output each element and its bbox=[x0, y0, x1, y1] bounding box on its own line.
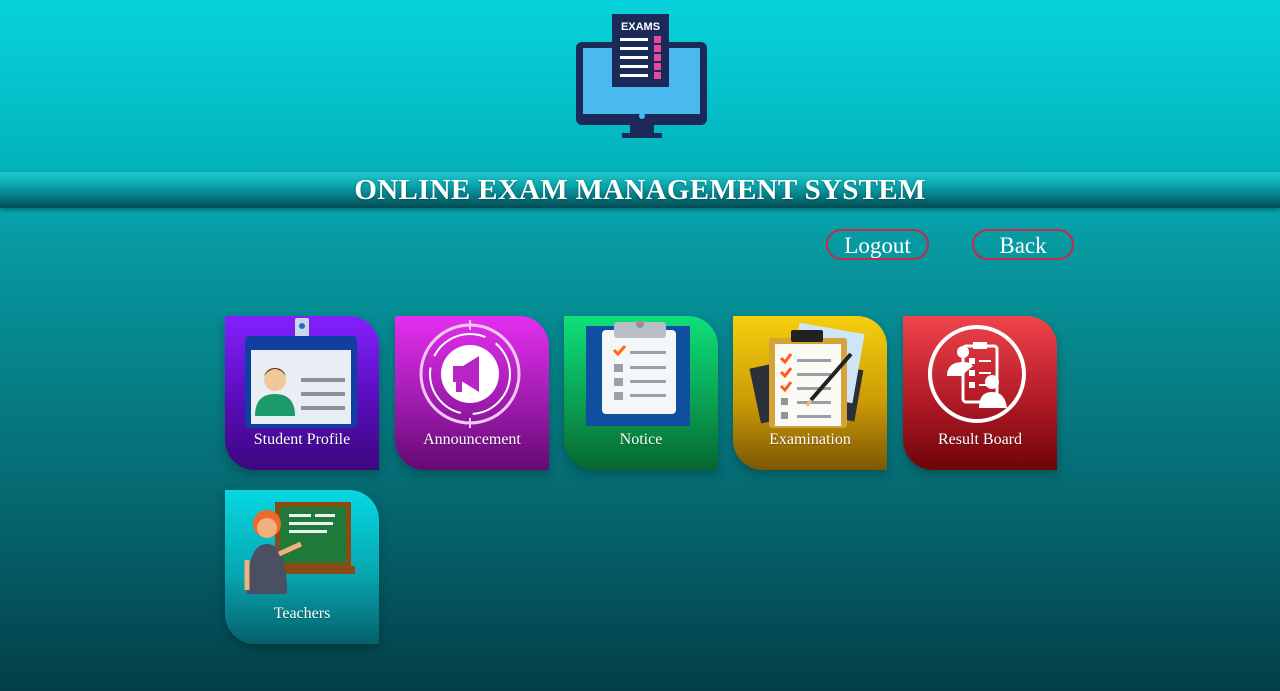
tile-notice[interactable]: Notice bbox=[564, 316, 718, 470]
tile-announcement[interactable]: Announcement bbox=[395, 316, 549, 470]
tile-label: Examination bbox=[769, 431, 851, 448]
tile-label: Notice bbox=[619, 431, 663, 448]
tile-examination[interactable]: Examination bbox=[733, 316, 887, 470]
page-title: ONLINE EXAM MANAGEMENT SYSTEM bbox=[354, 174, 926, 206]
back-button[interactable]: Back bbox=[972, 229, 1074, 260]
tile-label: Announcement bbox=[423, 431, 521, 448]
teacher-icon bbox=[244, 502, 355, 594]
tile-result-board[interactable]: Result Board bbox=[903, 316, 1057, 470]
result-board-icon bbox=[928, 325, 1026, 423]
tile-teachers[interactable]: Teachers bbox=[225, 490, 379, 644]
tile-student-profile[interactable]: Student Profile bbox=[225, 316, 379, 470]
logout-button[interactable]: Logout bbox=[826, 229, 929, 260]
megaphone-icon bbox=[419, 320, 521, 428]
exams-monitor-logo: EXAMS bbox=[576, 14, 707, 138]
exam-checklist-icon bbox=[749, 322, 865, 428]
tile-label: Teachers bbox=[273, 605, 331, 622]
clipboard-icon bbox=[586, 320, 690, 426]
tile-label: Result Board bbox=[938, 431, 1022, 448]
svg-text:EXAMS: EXAMS bbox=[621, 21, 660, 33]
id-card-icon bbox=[245, 318, 357, 428]
tile-label: Student Profile bbox=[253, 431, 351, 448]
